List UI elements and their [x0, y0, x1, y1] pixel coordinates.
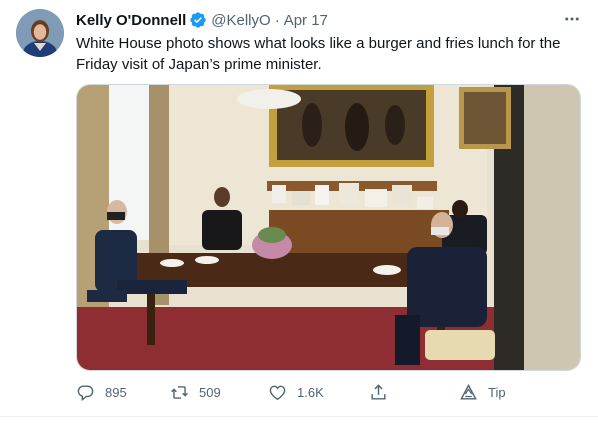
author-handle[interactable]: @KellyO [211, 12, 270, 29]
reply-count: 895 [105, 384, 127, 400]
tip-button[interactable]: Tip [459, 381, 506, 403]
header-separator: · [274, 11, 280, 29]
share-button[interactable] [369, 381, 388, 403]
reply-button[interactable]: 895 [76, 381, 127, 403]
heart-icon [269, 385, 286, 400]
share-icon [371, 383, 386, 400]
tweet-date[interactable]: Apr 17 [284, 12, 328, 29]
like-count: 1.6K [297, 384, 324, 400]
tweet-divider [0, 416, 598, 417]
more-options-button[interactable] [560, 8, 584, 30]
tweet-text: White House photo shows what looks like … [76, 35, 561, 73]
tip-icon [460, 383, 477, 400]
tweet-actions: 895 509 1.6K Tip [76, 381, 516, 403]
retweet-button[interactable]: 509 [170, 381, 221, 403]
retweet-count: 509 [199, 384, 221, 400]
tip-label: Tip [488, 384, 506, 400]
more-options-icon [565, 17, 579, 21]
retweet-icon [171, 385, 188, 399]
tweet-header: Kelly O'Donnell @KellyO · Apr 17 [76, 10, 328, 30]
white-house-lunch-photo [77, 85, 580, 370]
author-avatar[interactable] [16, 9, 64, 57]
tweet-photo[interactable] [76, 84, 581, 371]
verified-badge-icon [190, 12, 206, 28]
tweet[interactable]: Kelly O'Donnell @KellyO · Apr 17 White H… [0, 0, 598, 424]
like-button[interactable]: 1.6K [268, 381, 324, 403]
author-name[interactable]: Kelly O'Donnell [76, 12, 186, 29]
reply-icon [77, 384, 94, 401]
profile-photo-icon [16, 9, 64, 57]
